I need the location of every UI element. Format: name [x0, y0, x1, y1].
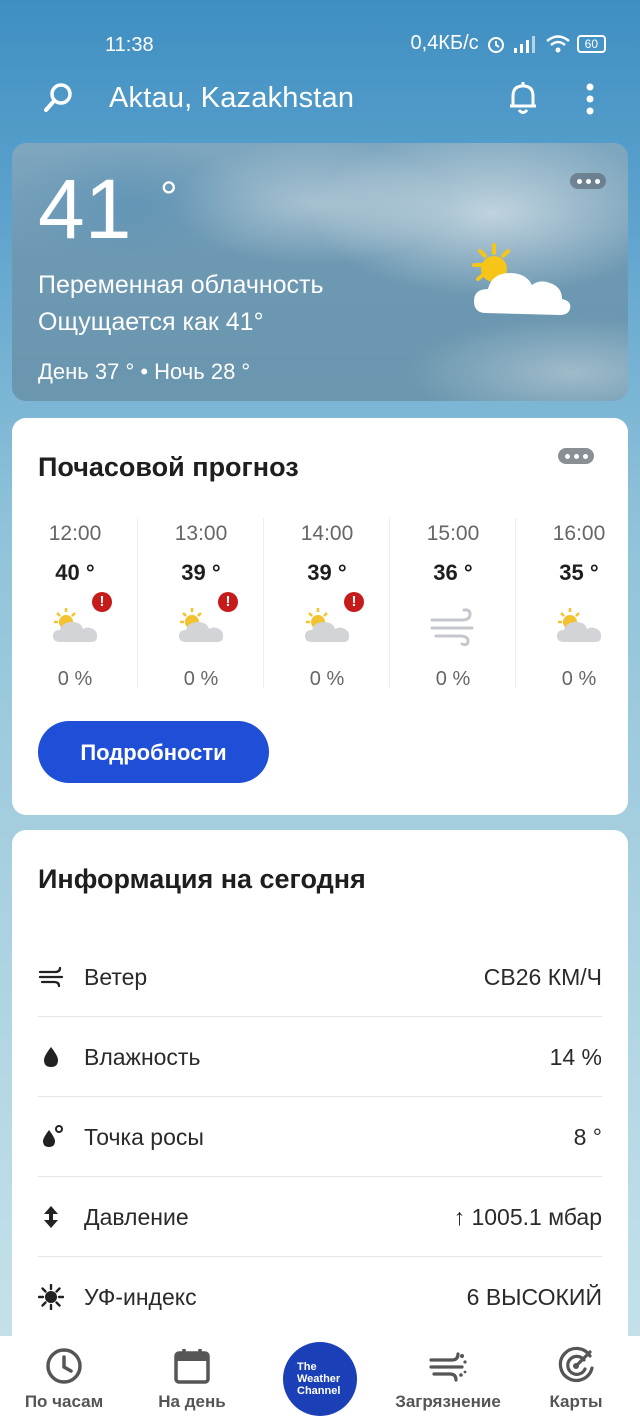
nav-label: Загрязнение	[395, 1392, 501, 1411]
status-bar: 11:38 0,4КБ/с 60	[0, 0, 640, 80]
row-value: СВ26 КМ/Ч	[483, 964, 602, 990]
signal-icon	[513, 35, 535, 53]
uv-index-row[interactable]: УФ-индекс 6 ВЫСОКИЙ	[38, 1256, 602, 1336]
partly-cloudy-icon	[305, 608, 350, 642]
hour-item[interactable]: 15:00 36 ° 0 %	[390, 518, 516, 696]
alert-badge[interactable]: !	[92, 592, 112, 612]
row-label: УФ-индекс	[84, 1284, 197, 1310]
pressure-icon	[44, 1206, 58, 1228]
feels-like-text: Ощущается как 41°	[38, 308, 264, 336]
twc-logo[interactable]: The Weather Channel	[283, 1342, 357, 1416]
hour-temp: 35 °	[559, 560, 599, 585]
logo-line: Weather	[297, 1373, 341, 1385]
wind-icon	[430, 608, 474, 646]
hourly-list: 12:00 40 ° ! 0 % 13:00 39 ° ! 0 % 14:00 …	[12, 518, 628, 696]
hour-time: 16:00	[552, 522, 606, 545]
logo-line: Channel	[297, 1385, 341, 1397]
condition-text: Переменная облачность	[38, 271, 324, 299]
row-value: 14 %	[549, 1044, 602, 1070]
degree-symbol: °	[160, 173, 178, 222]
radar-icon	[558, 1346, 594, 1382]
partly-cloudy-icon	[53, 608, 98, 642]
hour-time: 13:00	[174, 522, 228, 545]
today-title: Информация на сегодня	[38, 864, 366, 894]
row-label: Ветер	[84, 964, 148, 990]
hour-temp: 39 °	[307, 560, 347, 585]
hour-precip: 0 %	[561, 668, 597, 690]
hour-time: 14:00	[300, 522, 354, 545]
hour-precip: 0 %	[309, 668, 345, 690]
dew-point-row[interactable]: Точка росы 8 °	[38, 1096, 602, 1177]
more-options-button[interactable]	[570, 173, 606, 189]
air-quality-icon	[429, 1352, 467, 1382]
hourly-forecast-card: Почасовой прогноз 12:00 40 ° ! 0 % 13:00…	[12, 418, 628, 815]
nav-air-quality[interactable]: Загрязнение	[388, 1336, 508, 1423]
nav-maps[interactable]: Карты	[536, 1336, 616, 1423]
hour-item[interactable]: 13:00 39 ° ! 0 %	[138, 518, 264, 696]
hour-precip: 0 %	[183, 668, 219, 690]
current-temp: 41	[38, 162, 132, 256]
bell-icon[interactable]	[506, 80, 540, 116]
battery-indicator: 60	[576, 34, 606, 53]
today-details-card: Информация на сегодня Ветер СВ26 КМ/Ч Вл…	[12, 830, 628, 1350]
hour-item[interactable]: 14:00 39 ° ! 0 %	[264, 518, 390, 696]
status-icons: 0,4КБ/с 60	[410, 32, 606, 55]
hour-temp: 40 °	[55, 560, 95, 585]
hour-item[interactable]: 12:00 40 ° ! 0 %	[12, 518, 138, 696]
logo-line: The	[297, 1361, 317, 1373]
wifi-icon	[545, 34, 570, 52]
hourly-title: Почасовой прогноз	[38, 452, 299, 482]
row-value: 6 ВЫСОКИЙ	[466, 1284, 602, 1310]
details-button[interactable]: Подробности	[38, 721, 269, 783]
day-night-temps: День 37 ° • Ночь 28 °	[38, 359, 251, 384]
row-label: Давление	[84, 1204, 189, 1230]
partly-cloudy-icon	[557, 608, 602, 642]
hour-time: 12:00	[48, 522, 102, 545]
row-value: 8 °	[573, 1124, 602, 1150]
hour-precip: 0 %	[57, 668, 93, 690]
dew-point-icon	[43, 1125, 63, 1147]
search-icon[interactable]	[42, 80, 76, 114]
nav-daily[interactable]: На день	[142, 1336, 242, 1423]
wind-icon	[38, 966, 64, 988]
alarm-icon	[487, 36, 504, 53]
network-speed: 0,4КБ/с	[410, 32, 479, 54]
hour-temp: 36 °	[433, 560, 473, 585]
alert-badge[interactable]: !	[344, 592, 364, 612]
nav-label: На день	[158, 1392, 226, 1411]
nav-label: По часам	[24, 1392, 104, 1411]
humidity-row[interactable]: Влажность 14 %	[38, 1016, 602, 1097]
status-time: 11:38	[105, 34, 154, 56]
hour-time: 15:00	[426, 522, 480, 545]
app-bar: Aktau, Kazakhstan	[0, 78, 640, 122]
hour-temp: 39 °	[181, 560, 221, 585]
row-label: Точка росы	[84, 1124, 204, 1150]
row-label: Влажность	[84, 1044, 201, 1070]
row-value: ↑ 1005.1 мбар	[453, 1204, 602, 1230]
current-conditions-card[interactable]: 41 ° Переменная облачность Ощущается как…	[12, 143, 628, 401]
partly-cloudy-icon	[472, 243, 571, 315]
uv-sun-icon	[38, 1284, 64, 1310]
hour-precip: 0 %	[435, 668, 471, 690]
hourly-more-button[interactable]	[558, 448, 594, 464]
location-title[interactable]: Aktau, Kazakhstan	[109, 82, 354, 115]
alert-badge[interactable]: !	[218, 592, 238, 612]
nav-hourly[interactable]: По часам	[14, 1336, 114, 1423]
humidity-drop-icon	[44, 1047, 58, 1067]
bottom-navigation: По часам На день The Weather Channel Заг…	[0, 1336, 640, 1423]
hour-item[interactable]: 16:00 35 ° 0 %	[516, 518, 628, 696]
calendar-icon	[174, 1349, 210, 1384]
more-vert-icon[interactable]	[578, 82, 602, 116]
pressure-row[interactable]: Давление ↑ 1005.1 мбар	[38, 1176, 602, 1257]
wind-row[interactable]: Ветер СВ26 КМ/Ч	[38, 936, 602, 1017]
partly-cloudy-icon	[179, 608, 224, 642]
clock-icon	[46, 1348, 82, 1384]
nav-label: Карты	[549, 1392, 603, 1411]
